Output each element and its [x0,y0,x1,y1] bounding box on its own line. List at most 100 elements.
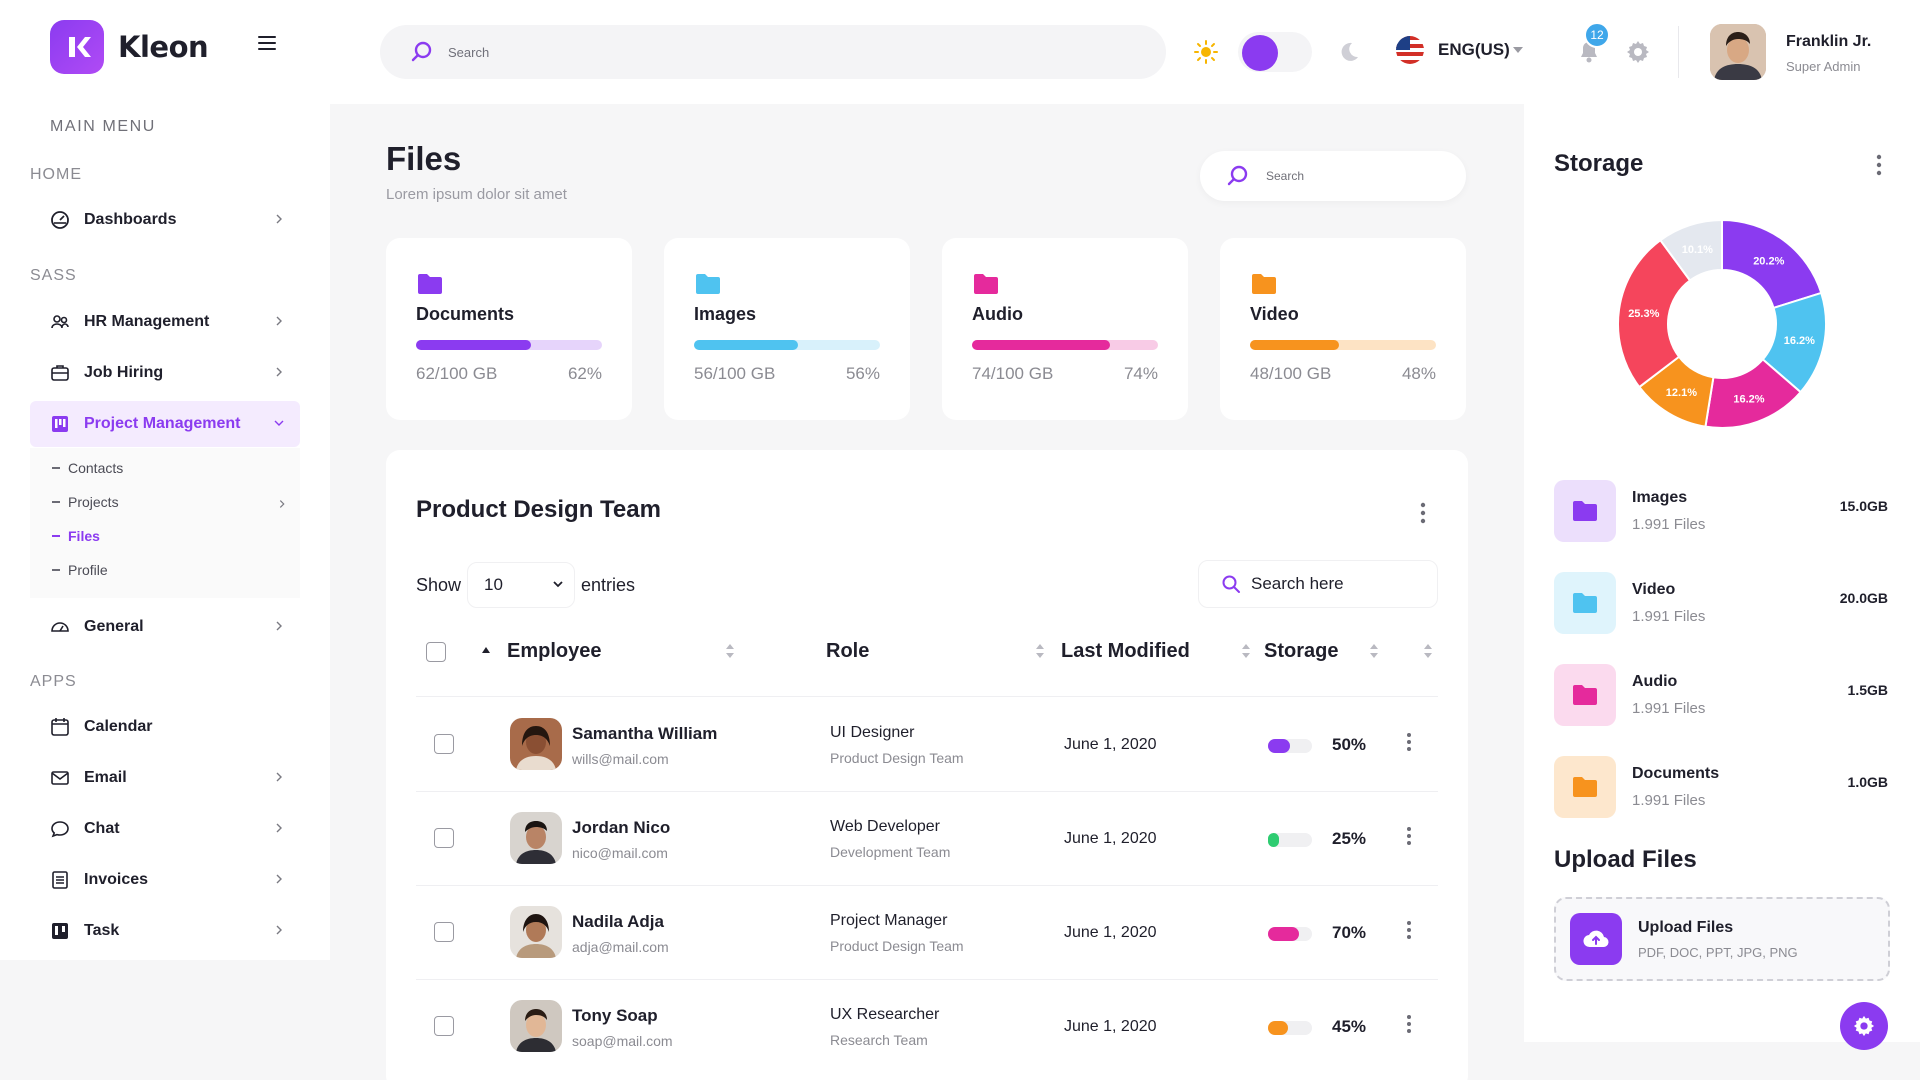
more-vertical-icon[interactable] [1406,920,1412,940]
more-vertical-icon[interactable] [1406,826,1412,846]
storage-bar-fill [1268,833,1279,847]
calendar-icon [50,717,70,737]
more-vertical-icon[interactable] [1876,154,1882,176]
submenu-item-files[interactable]: Files [52,528,100,544]
entries-value: 10 [484,575,503,594]
storage-item-video[interactable]: Video 1.991 Files 20.0GB [1554,572,1888,634]
sidebar-item-dashboards[interactable]: Dashboards [30,197,300,243]
table-row[interactable]: Nadila Adja adja@mail.com Project Manage… [416,886,1438,980]
sort-asc-icon[interactable] [480,644,492,656]
upload-dropzone[interactable]: Upload Files PDF, DOC, PPT, JPG, PNG [1554,897,1890,981]
sun-icon [1194,40,1218,64]
sidebar-item-calendar[interactable]: Calendar [30,704,300,750]
storage-percent: 45% [1332,1017,1367,1036]
storage-bar [1268,739,1312,753]
main-menu-label: MAIN MENU [50,118,156,135]
column-storage[interactable]: Storage [1264,640,1338,663]
theme-toggle[interactable] [1238,32,1312,72]
table-row[interactable]: Samantha William wills@mail.com UI Desig… [416,698,1438,792]
submenu-item-projects[interactable]: Projects [52,494,119,510]
brand-name: Kleon [118,30,209,64]
caret-down-icon [1512,47,1523,53]
chevron-right-icon [276,874,282,884]
donut-slice-label: 25.3% [1628,308,1659,320]
upload-button[interactable] [1570,913,1622,965]
employee-email: soap@mail.com [572,1033,673,1049]
sort-icon[interactable] [724,642,736,660]
column-role[interactable]: Role [826,640,869,663]
sidebar-item-hr-management[interactable]: HR Management [30,299,300,345]
usage-bar-fill [694,340,799,350]
moon-icon [1341,42,1358,61]
sidebar-item-label: HR Management [84,313,210,330]
sidebar-item-project-management[interactable]: Project Management [30,401,300,447]
storage-card-audio[interactable]: Audio 74/100 GB 74% [942,238,1188,420]
storage-bar [1268,1021,1312,1035]
submenu-label: Projects [68,494,119,510]
brand-logo[interactable]: Kleon [50,20,209,74]
sidebar: Kleon MAIN MENU HOME Dashboards SASS HR … [0,0,330,960]
language-selector[interactable]: ENG(US) [1396,36,1524,64]
usage-bar [416,340,602,350]
storage-card-documents[interactable]: Documents 62/100 GB 62% [386,238,632,420]
files-search-input[interactable]: Search [1200,151,1466,201]
card-used: 48/100 GB [1250,364,1332,383]
employee-team: Product Design Team [830,938,964,954]
table-search-input[interactable]: Search here [1198,560,1438,608]
gear-icon[interactable] [1626,40,1650,64]
storage-item-icon-box [1554,480,1616,542]
column-employee[interactable]: Employee [507,640,601,663]
row-checkbox[interactable] [434,922,454,942]
employee-role: UI Designer [830,724,915,741]
sort-icon[interactable] [1368,642,1380,660]
storage-item-documents[interactable]: Documents 1.991 Files 1.0GB [1554,756,1888,818]
menu-toggle-icon[interactable] [258,36,276,50]
column-last-modified[interactable]: Last Modified [1061,640,1190,663]
storage-bar [1268,927,1312,941]
settings-fab[interactable] [1840,1002,1888,1050]
storage-item-size: 1.0GB [1847,774,1888,790]
sidebar-item-general[interactable]: General [30,604,300,650]
sidebar-item-invoices[interactable]: Invoices [30,857,300,903]
entries-select[interactable]: 10 [467,562,576,608]
employee-avatar [510,1000,562,1052]
sort-icon[interactable] [1422,642,1434,660]
language-code: ENG(US) [1438,40,1510,59]
employee-team: Product Design Team [830,750,964,766]
sort-icon[interactable] [1240,642,1252,660]
sidebar-item-task[interactable]: Task [30,908,300,954]
more-vertical-icon[interactable] [1420,502,1426,524]
storage-card-images[interactable]: Images 56/100 GB 56% [664,238,910,420]
row-checkbox[interactable] [434,1016,454,1036]
submenu-item-contacts[interactable]: Contacts [52,460,123,476]
global-search-input[interactable]: Search [380,25,1166,79]
more-vertical-icon[interactable] [1406,732,1412,752]
storage-item-images[interactable]: Images 1.991 Files 15.0GB [1554,480,1888,542]
sort-icon[interactable] [1034,642,1046,660]
sidebar-item-job-hiring[interactable]: Job Hiring [30,350,300,396]
more-vertical-icon[interactable] [1406,1014,1412,1034]
row-checkbox[interactable] [434,828,454,848]
storage-item-files: 1.991 Files [1632,516,1706,533]
table-row[interactable]: Jordan Nico nico@mail.com Web Developer … [416,792,1438,886]
select-all-checkbox[interactable] [426,642,446,662]
search-icon [411,41,432,62]
storage-percent: 70% [1332,923,1367,942]
sidebar-item-chat[interactable]: Chat [30,806,300,852]
row-checkbox[interactable] [434,734,454,754]
submenu-item-profile[interactable]: Profile [52,562,108,578]
sidebar-item-email[interactable]: Email [30,755,300,801]
storage-card-video[interactable]: Video 48/100 GB 48% [1220,238,1466,420]
usage-bar [1250,340,1436,350]
card-percent: 56% [845,364,880,383]
chevron-down-icon [274,420,284,426]
page-title: Files [386,140,462,177]
table-row[interactable]: Tony Soap soap@mail.com UX Researcher Re… [416,980,1438,1074]
user-avatar[interactable] [1710,24,1766,80]
card-used: 74/100 GB [972,364,1054,383]
employee-email: adja@mail.com [572,939,669,955]
storage-item-audio[interactable]: Audio 1.991 Files 1.5GB [1554,664,1888,726]
search-icon [1227,165,1248,186]
theme-switch[interactable] [1194,30,1384,74]
donut-slice-label: 10.1% [1682,244,1713,256]
